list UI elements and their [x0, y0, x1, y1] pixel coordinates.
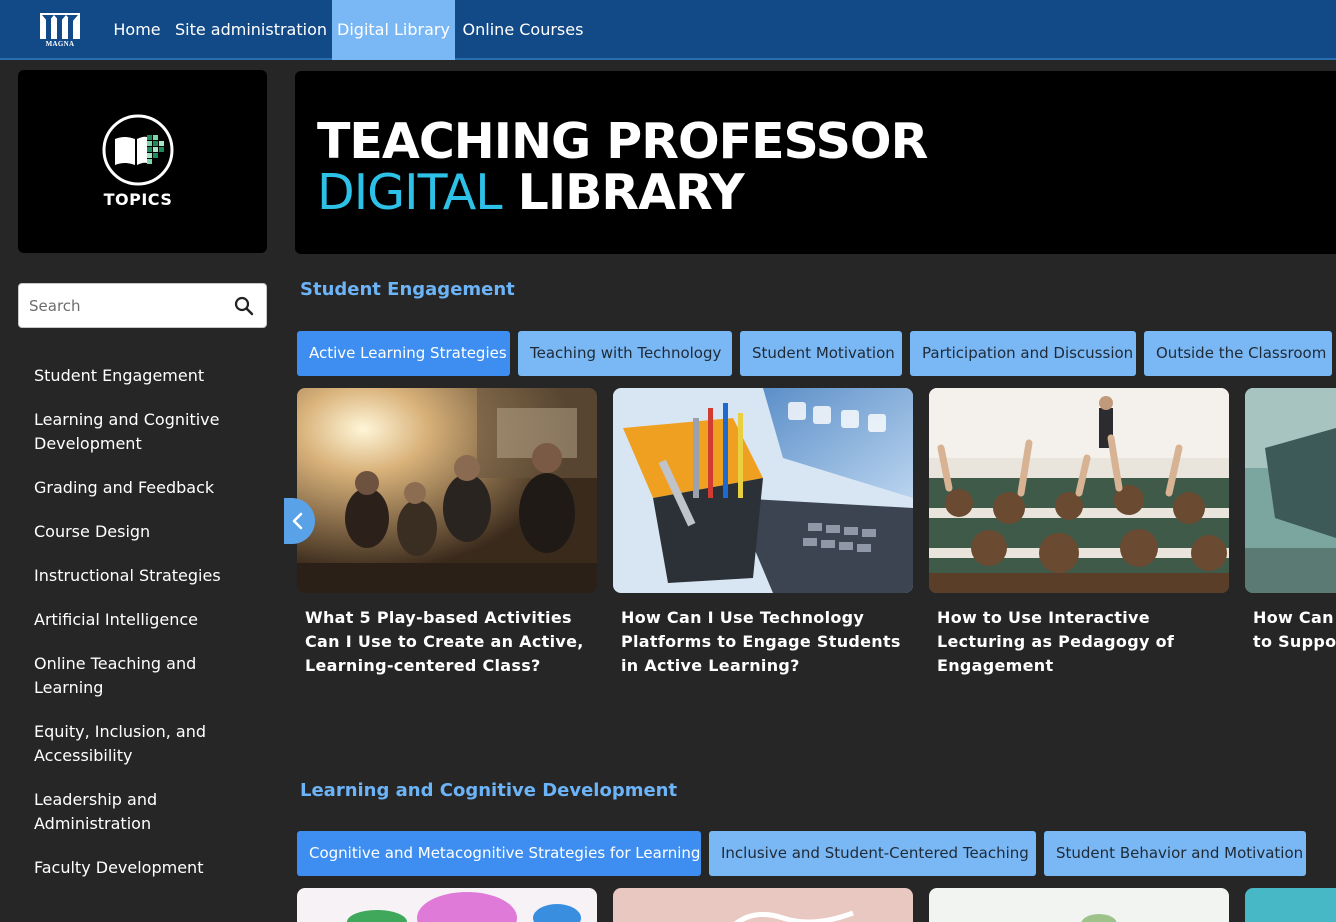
section-title-student-engagement: Student Engagement: [300, 279, 515, 300]
tab-teaching-with-technology[interactable]: Teaching with Technology: [518, 331, 732, 376]
tab-participation-discussion[interactable]: Participation and Discussion: [910, 331, 1136, 376]
card-title-partial[interactable]: How Can I to Support: [1253, 606, 1336, 654]
card-title-technology-platforms[interactable]: How Can I Use Technology Platforms to En…: [621, 606, 916, 678]
sidebar-item-learning-cognitive-development[interactable]: Learning and Cognitive Development: [34, 408, 264, 456]
sidebar-item-grading-feedback[interactable]: Grading and Feedback: [34, 476, 264, 500]
nav-online-courses[interactable]: Online Courses: [455, 0, 591, 60]
card-image-technology-platforms[interactable]: [613, 388, 913, 593]
search-box: [18, 283, 267, 328]
tab-outside-classroom[interactable]: Outside the Classroom: [1144, 331, 1332, 376]
card-image-cognitive-3[interactable]: [929, 888, 1229, 922]
card-image-cognitive-4[interactable]: [1245, 888, 1336, 922]
nav-site-administration[interactable]: Site administration: [170, 0, 332, 60]
logo-wordmark: MAGNA: [45, 40, 75, 48]
sidebar-item-student-engagement[interactable]: Student Engagement: [34, 364, 264, 388]
tab-active-learning-strategies[interactable]: Active Learning Strategies: [297, 331, 510, 376]
tab-student-behavior-motivation[interactable]: Student Behavior and Motivation: [1044, 831, 1306, 876]
chevron-left-icon: [292, 512, 303, 530]
sidebar-item-course-design[interactable]: Course Design: [34, 520, 264, 544]
nav-digital-library[interactable]: Digital Library: [332, 0, 455, 60]
top-navigation: MAGNA Home Site administration Digital L…: [0, 0, 1336, 60]
search-input[interactable]: [29, 290, 229, 321]
sidebar-item-leadership[interactable]: Leadership and Administration: [34, 788, 264, 836]
sidebar: TOPICS Student Engagement Learning and C…: [0, 60, 285, 922]
section-title-learning-cognitive: Learning and Cognitive Development: [300, 780, 678, 801]
sidebar-item-faculty-development[interactable]: Faculty Development: [34, 856, 264, 880]
search-icon[interactable]: [234, 296, 254, 316]
book-topics-icon: [102, 114, 174, 186]
tab-student-motivation[interactable]: Student Motivation: [740, 331, 902, 376]
banner-word-digital: DIGITAL: [317, 164, 503, 221]
sidebar-item-instructional-strategies[interactable]: Instructional Strategies: [34, 564, 264, 588]
card-image-cognitive-2[interactable]: [613, 888, 913, 922]
nav-home[interactable]: Home: [104, 0, 170, 60]
card-image-interactive-lecturing[interactable]: [929, 388, 1229, 593]
sidebar-item-online-teaching[interactable]: Online Teaching and Learning: [34, 652, 264, 700]
card-image-play-based[interactable]: [297, 388, 597, 593]
card-title-interactive-lecturing[interactable]: How to Use Interactive Lecturing as Peda…: [937, 606, 1232, 678]
tab-cognitive-metacognitive[interactable]: Cognitive and Metacognitive Strategies f…: [297, 831, 701, 876]
card-title-play-based[interactable]: What 5 Play-based Activities Can I Use t…: [305, 606, 600, 678]
banner-word-library: LIBRARY: [517, 164, 745, 221]
sidebar-item-equity-inclusion[interactable]: Equity, Inclusion, and Accessibility: [34, 720, 264, 768]
topics-label: TOPICS: [103, 190, 173, 209]
card-image-partial[interactable]: [1245, 388, 1336, 593]
banner-title-line1: TEACHING PROFESSOR: [317, 113, 928, 170]
topics-card[interactable]: TOPICS: [18, 70, 267, 253]
library-banner: TEACHING PROFESSOR DIGITAL LIBRARY: [295, 71, 1336, 254]
tab-inclusive-student-centered[interactable]: Inclusive and Student-Centered Teaching: [709, 831, 1036, 876]
sidebar-item-artificial-intelligence[interactable]: Artificial Intelligence: [34, 608, 264, 632]
banner-title-line2: DIGITAL LIBRARY: [317, 164, 745, 221]
card-image-cognitive-1[interactable]: [297, 888, 597, 922]
